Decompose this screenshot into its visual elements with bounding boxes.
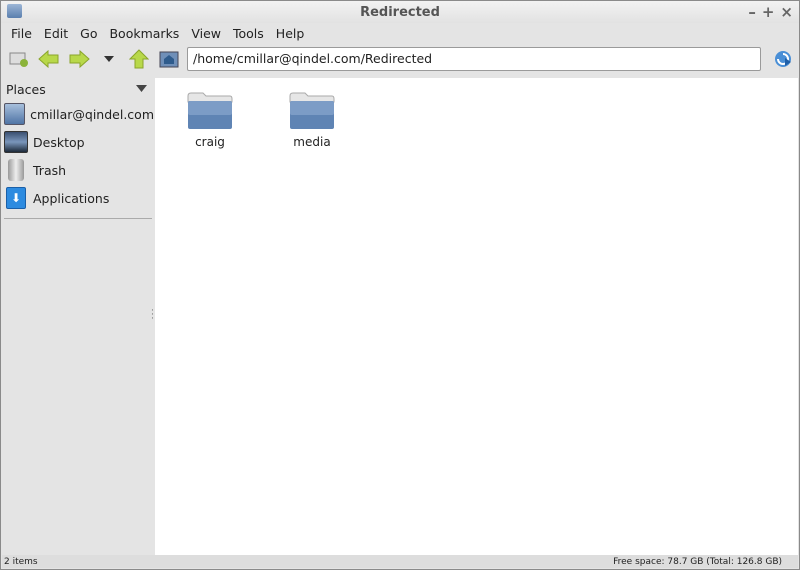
history-dropdown-icon[interactable] [97, 47, 121, 71]
menu-go[interactable]: Go [74, 26, 103, 41]
places-label: Places [6, 81, 46, 97]
new-window-icon[interactable] [7, 47, 31, 71]
sidebar-divider [4, 218, 152, 219]
folder-icon [7, 4, 22, 18]
sidebar-item-label: Trash [33, 162, 67, 178]
applications-icon: ⬇ [6, 187, 26, 209]
folder-icon [289, 92, 335, 130]
sidebar-item-label: cmillar@qindel.com [30, 106, 154, 122]
sidebar-item-label: Desktop [33, 134, 85, 150]
go-icon[interactable] [771, 47, 795, 71]
folder-item-craig[interactable]: craig [170, 92, 250, 149]
file-name: media [293, 135, 331, 149]
sidebar: Places cmillar@qindel.com Desktop Trash … [2, 78, 154, 555]
toolbar: /home/cmillar@qindel.com/Redirected [1, 43, 799, 75]
menu-bar: File Edit Go Bookmarks View Tools Help [1, 23, 799, 43]
trash-icon [8, 159, 24, 181]
home-icon[interactable] [157, 47, 181, 71]
free-space: Free space: 78.7 GB (Total: 126.8 GB) [613, 556, 782, 567]
places-header[interactable]: Places [2, 78, 154, 100]
desktop-icon [4, 131, 28, 153]
forward-icon[interactable] [67, 47, 91, 71]
file-manager-window: Redirected – + × File Edit Go Bookmarks … [0, 0, 800, 570]
sidebar-item-trash[interactable]: Trash [2, 156, 154, 184]
path-input[interactable]: /home/cmillar@qindel.com/Redirected [187, 47, 761, 71]
chevron-down-icon[interactable] [136, 85, 147, 93]
file-view: craig media [155, 78, 798, 555]
menu-bookmarks[interactable]: Bookmarks [103, 26, 185, 41]
sidebar-item-desktop[interactable]: Desktop [2, 128, 154, 156]
sidebar-item-home[interactable]: cmillar@qindel.com [2, 100, 154, 128]
sidebar-item-label: Applications [33, 190, 110, 206]
sidebar-item-applications[interactable]: ⬇ Applications [2, 184, 154, 212]
folder-item-media[interactable]: media [272, 92, 352, 149]
menu-file[interactable]: File [5, 26, 38, 41]
window-title: Redirected [360, 4, 440, 20]
close-button[interactable]: × [780, 3, 793, 21]
title-bar: Redirected – + × [1, 1, 799, 23]
home-folder-icon [4, 103, 26, 125]
file-name: craig [195, 135, 225, 149]
menu-help[interactable]: Help [270, 26, 311, 41]
menu-tools[interactable]: Tools [227, 26, 270, 41]
minimize-button[interactable]: – [748, 3, 756, 21]
up-icon[interactable] [127, 47, 151, 71]
folder-icon [187, 92, 233, 130]
pane-resize-handle[interactable]: · · · [151, 307, 154, 324]
maximize-button[interactable]: + [762, 3, 775, 21]
menu-edit[interactable]: Edit [38, 26, 74, 41]
menu-view[interactable]: View [185, 26, 227, 41]
item-count: 2 items [4, 556, 38, 567]
back-icon[interactable] [37, 47, 61, 71]
status-bar: 2 items Free space: 78.7 GB (Total: 126.… [2, 555, 798, 568]
